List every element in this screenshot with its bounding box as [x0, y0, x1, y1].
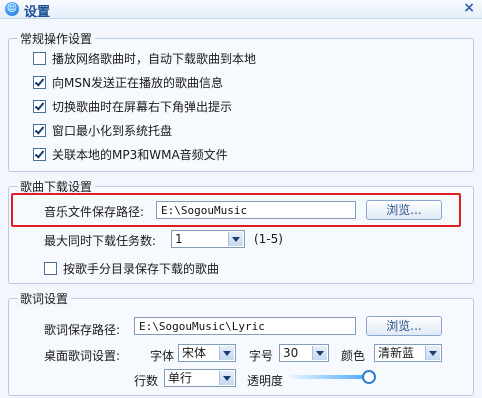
size-value: 30: [283, 346, 299, 360]
color-value: 清新蓝: [378, 346, 415, 360]
max-tasks-value: 1: [175, 232, 183, 246]
popup-tip-label: 切换歌曲时在屏幕右下角弹出提示: [52, 100, 233, 114]
option-auto-download[interactable]: 播放网络歌曲时，自动下载歌曲到本地: [33, 50, 256, 67]
chevron-down-icon[interactable]: [219, 371, 234, 385]
title-bar: ☺ 设置 ×: [0, 0, 482, 20]
color-select[interactable]: 清新蓝: [374, 344, 442, 362]
chevron-down-icon[interactable]: [312, 346, 327, 360]
msn-status-label: 向MSN发送正在播放的歌曲信息: [52, 76, 223, 90]
color-label: 颜色: [341, 349, 366, 363]
opacity-label: 透明度: [247, 374, 284, 388]
close-button[interactable]: ×: [463, 0, 475, 16]
max-tasks-label: 最大同时下载任务数:: [44, 234, 157, 248]
music-path-label: 音乐文件保存路径:: [44, 205, 145, 219]
window-title: 设置: [24, 5, 51, 20]
option-by-singer[interactable]: 按歌手分目录保存下载的歌曲: [44, 260, 219, 277]
minimize-tray-checkbox[interactable]: [33, 124, 46, 137]
auto-download-checkbox[interactable]: [33, 52, 46, 65]
lyric-path-input[interactable]: E:\SogouMusic\Lyric: [134, 317, 356, 335]
file-assoc-label: 关联本地的MP3和WMA音频文件: [52, 148, 228, 162]
size-label: 字号: [249, 349, 274, 363]
option-minimize-tray[interactable]: 窗口最小化到系统托盘: [33, 122, 172, 139]
option-file-assoc[interactable]: 关联本地的MP3和WMA音频文件: [33, 146, 228, 163]
file-assoc-checkbox[interactable]: [33, 148, 46, 161]
music-browse-button[interactable]: 浏览...: [366, 200, 442, 220]
option-popup-tip[interactable]: 切换歌曲时在屏幕右下角弹出提示: [33, 98, 232, 115]
chevron-down-icon[interactable]: [425, 346, 440, 360]
lines-label: 行数: [134, 374, 159, 388]
popup-tip-checkbox[interactable]: [33, 100, 46, 113]
max-tasks-range: (1-5): [254, 232, 283, 246]
desktop-lyrics-label: 桌面歌词设置:: [44, 349, 121, 363]
by-singer-checkbox[interactable]: [44, 262, 57, 275]
font-value: 宋体: [182, 346, 207, 360]
settings-icon: ☺: [5, 2, 19, 16]
lines-select[interactable]: 单行: [164, 369, 236, 387]
max-tasks-select[interactable]: 1: [171, 230, 245, 248]
lines-value: 单行: [168, 371, 193, 385]
minimize-tray-label: 窗口最小化到系统托盘: [52, 124, 173, 138]
chevron-down-icon[interactable]: [219, 346, 234, 360]
music-path-input[interactable]: E:\SogouMusic: [156, 201, 356, 219]
lyric-path-label: 歌词保存路径:: [44, 323, 121, 337]
general-settings-legend: 常规操作设置: [17, 30, 96, 47]
lyric-browse-button[interactable]: 浏览...: [366, 316, 442, 336]
msn-status-checkbox[interactable]: [33, 76, 46, 89]
chevron-down-icon[interactable]: [228, 232, 243, 246]
lyrics-settings-legend: 歌词设置: [17, 290, 72, 307]
auto-download-label: 播放网络歌曲时，自动下载歌曲到本地: [52, 52, 257, 66]
by-singer-label: 按歌手分目录保存下载的歌曲: [63, 262, 220, 276]
font-label: 字体: [150, 349, 175, 363]
size-select[interactable]: 30: [279, 344, 329, 362]
font-select[interactable]: 宋体: [178, 344, 236, 362]
option-msn-status[interactable]: 向MSN发送正在播放的歌曲信息: [33, 74, 223, 91]
